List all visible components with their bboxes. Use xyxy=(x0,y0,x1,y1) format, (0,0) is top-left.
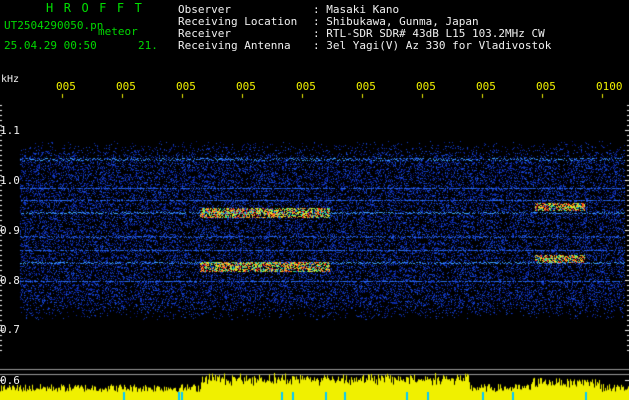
time-tick-label: 005 xyxy=(416,80,436,93)
app-title: HROFFT xyxy=(46,1,153,15)
date-time: 25.04.29 00:50 xyxy=(4,39,97,52)
time-tick-label: 005 xyxy=(296,80,316,93)
time-tick-label: 005 xyxy=(536,80,556,93)
y-tick-label: 1.0 xyxy=(0,174,20,187)
unit-label: kHz xyxy=(1,74,20,85)
y-tick-label: 1.1 xyxy=(0,124,20,137)
y-tick-label: 0.6 xyxy=(0,374,20,387)
time-tick-label: 005 xyxy=(56,80,76,93)
count-value: 21. xyxy=(138,39,158,52)
time-tick-label: 005 xyxy=(116,80,136,93)
file-suffix: meteor xyxy=(98,25,138,38)
time-tick-label: 005 xyxy=(236,80,256,93)
hrofft-window: HROFFT UT2504290050.pn meteor 25.04.29 0… xyxy=(0,0,629,400)
y-tick-label: 0.8 xyxy=(0,274,20,287)
file-name: UT2504290050.pn xyxy=(4,19,104,32)
label-antenna: Receiving Antenna xyxy=(178,39,291,52)
y-tick-label: 0.7 xyxy=(0,323,20,336)
time-tick-label: 005 xyxy=(176,80,196,93)
time-tick-label: 005 xyxy=(356,80,376,93)
time-tick-label: 005 xyxy=(476,80,496,93)
value-antenna: : 3el Yagi(V) Az 330 for Vladivostok xyxy=(313,39,552,52)
y-tick-label: 0.9 xyxy=(0,224,20,237)
spectrogram-canvas xyxy=(0,0,629,400)
time-tick-label: 0100 xyxy=(596,80,623,93)
